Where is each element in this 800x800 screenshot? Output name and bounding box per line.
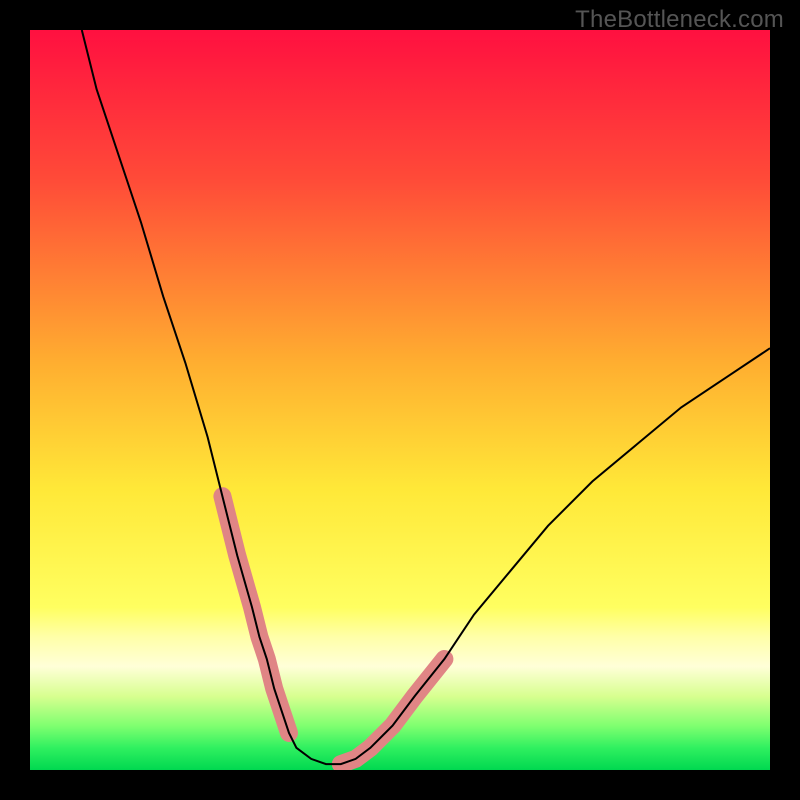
chart-frame: TheBottleneck.com <box>0 0 800 800</box>
gradient-background <box>30 30 770 770</box>
watermark-text: TheBottleneck.com <box>575 6 784 34</box>
chart-svg <box>30 30 770 770</box>
plot-area <box>30 30 770 770</box>
